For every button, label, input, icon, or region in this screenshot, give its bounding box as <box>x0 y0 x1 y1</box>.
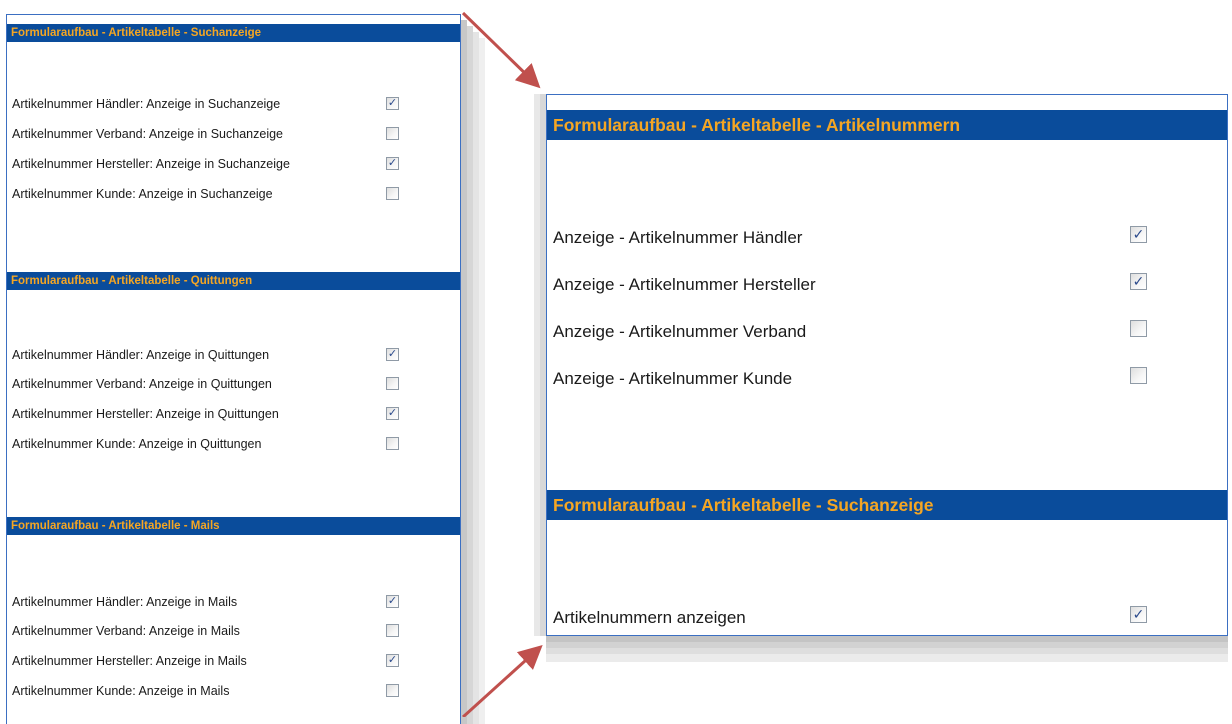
checkbox[interactable] <box>386 377 399 390</box>
checkmark-icon: ✓ <box>387 407 398 419</box>
left-form-panel: Formularaufbau - Artikeltabelle - Suchan… <box>6 14 461 724</box>
checkbox[interactable]: ✓ <box>1130 273 1147 290</box>
checkbox[interactable] <box>386 127 399 140</box>
section-header-suchanzeige-large: Formularaufbau - Artikeltabelle - Suchan… <box>547 490 1227 520</box>
row-verband-quittungen: Artikelnummer Verband: Anzeige in Quittu… <box>7 375 460 393</box>
checkmark-icon: ✓ <box>387 348 398 360</box>
row-label: Artikelnummer Hersteller: Anzeige in Qui… <box>12 407 279 421</box>
checkbox[interactable] <box>1130 320 1147 337</box>
row-artikelnummern-anzeigen: Artikelnummern anzeigen ✓ <box>547 605 1227 631</box>
checkmark-icon: ✓ <box>1132 606 1145 622</box>
row-anzeige-kunde: Anzeige - Artikelnummer Kunde <box>547 366 1227 392</box>
row-label: Artikelnummer Verband: Anzeige in Mails <box>12 624 240 638</box>
row-kunde-quittungen: Artikelnummer Kunde: Anzeige in Quittung… <box>7 435 460 453</box>
checkmark-icon: ✓ <box>1132 273 1145 289</box>
row-verband-suchanzeige: Artikelnummer Verband: Anzeige in Suchan… <box>7 125 460 143</box>
right-form-panel: Formularaufbau - Artikeltabelle - Artike… <box>546 94 1228 636</box>
row-label: Anzeige - Artikelnummer Verband <box>553 322 807 341</box>
row-anzeige-hersteller: Anzeige - Artikelnummer Hersteller ✓ <box>547 272 1227 298</box>
checkmark-icon: ✓ <box>1132 226 1145 242</box>
checkbox[interactable] <box>1130 367 1147 384</box>
section-header-quittungen: Formularaufbau - Artikeltabelle - Quittu… <box>7 272 460 290</box>
checkmark-icon: ✓ <box>387 97 398 109</box>
arrow-icon <box>461 11 541 89</box>
checkbox[interactable] <box>386 437 399 450</box>
row-label: Artikelnummer Kunde: Anzeige in Mails <box>12 684 230 698</box>
checkbox[interactable] <box>386 187 399 200</box>
checkbox[interactable]: ✓ <box>1130 606 1147 623</box>
row-haendler-quittungen: Artikelnummer Händler: Anzeige in Quittu… <box>7 346 460 364</box>
row-anzeige-haendler: Anzeige - Artikelnummer Händler ✓ <box>547 225 1227 251</box>
row-label: Artikelnummer Verband: Anzeige in Suchan… <box>12 127 283 141</box>
section-header-mails: Formularaufbau - Artikeltabelle - Mails <box>7 517 460 535</box>
row-kunde-suchanzeige: Artikelnummer Kunde: Anzeige in Suchanze… <box>7 185 460 203</box>
section-header-suchanzeige: Formularaufbau - Artikeltabelle - Suchan… <box>7 24 460 42</box>
section-header-artikelnummern: Formularaufbau - Artikeltabelle - Artike… <box>547 110 1227 140</box>
row-hersteller-suchanzeige: Artikelnummer Hersteller: Anzeige in Suc… <box>7 155 460 173</box>
checkmark-icon: ✓ <box>387 595 398 607</box>
checkbox[interactable]: ✓ <box>386 407 399 420</box>
checkmark-icon: ✓ <box>387 654 398 666</box>
row-label: Artikelnummer Händler: Anzeige in Quittu… <box>12 348 270 362</box>
arrow-icon <box>461 644 543 717</box>
row-hersteller-quittungen: Artikelnummer Hersteller: Anzeige in Qui… <box>7 405 460 423</box>
row-label: Artikelnummer Hersteller: Anzeige in Suc… <box>12 157 290 171</box>
row-haendler-suchanzeige: Artikelnummer Händler: Anzeige in Suchan… <box>7 95 460 113</box>
checkbox[interactable]: ✓ <box>386 97 399 110</box>
checkbox[interactable] <box>386 684 399 697</box>
row-label: Anzeige - Artikelnummer Hersteller <box>553 275 816 294</box>
checkbox[interactable]: ✓ <box>1130 226 1147 243</box>
row-hersteller-mails: Artikelnummer Hersteller: Anzeige in Mai… <box>7 652 460 670</box>
checkbox[interactable]: ✓ <box>386 654 399 667</box>
checkmark-icon: ✓ <box>387 157 398 169</box>
row-verband-mails: Artikelnummer Verband: Anzeige in Mails <box>7 622 460 640</box>
checkbox[interactable] <box>386 624 399 637</box>
row-label: Artikelnummern anzeigen <box>553 608 746 627</box>
row-label: Artikelnummer Kunde: Anzeige in Quittung… <box>12 437 262 451</box>
checkbox[interactable]: ✓ <box>386 595 399 608</box>
row-kunde-mails: Artikelnummer Kunde: Anzeige in Mails <box>7 682 460 700</box>
row-label: Artikelnummer Händler: Anzeige in Suchan… <box>12 97 281 111</box>
row-label: Artikelnummer Verband: Anzeige in Quittu… <box>12 377 272 391</box>
row-haendler-mails: Artikelnummer Händler: Anzeige in Mails … <box>7 593 460 611</box>
checkbox[interactable]: ✓ <box>386 157 399 170</box>
row-label: Artikelnummer Hersteller: Anzeige in Mai… <box>12 654 247 668</box>
row-anzeige-verband: Anzeige - Artikelnummer Verband <box>547 319 1227 345</box>
checkbox[interactable]: ✓ <box>386 348 399 361</box>
row-label: Anzeige - Artikelnummer Kunde <box>553 369 793 388</box>
row-label: Anzeige - Artikelnummer Händler <box>553 228 803 247</box>
row-label: Artikelnummer Händler: Anzeige in Mails <box>12 595 238 609</box>
row-label: Artikelnummer Kunde: Anzeige in Suchanze… <box>12 187 273 201</box>
